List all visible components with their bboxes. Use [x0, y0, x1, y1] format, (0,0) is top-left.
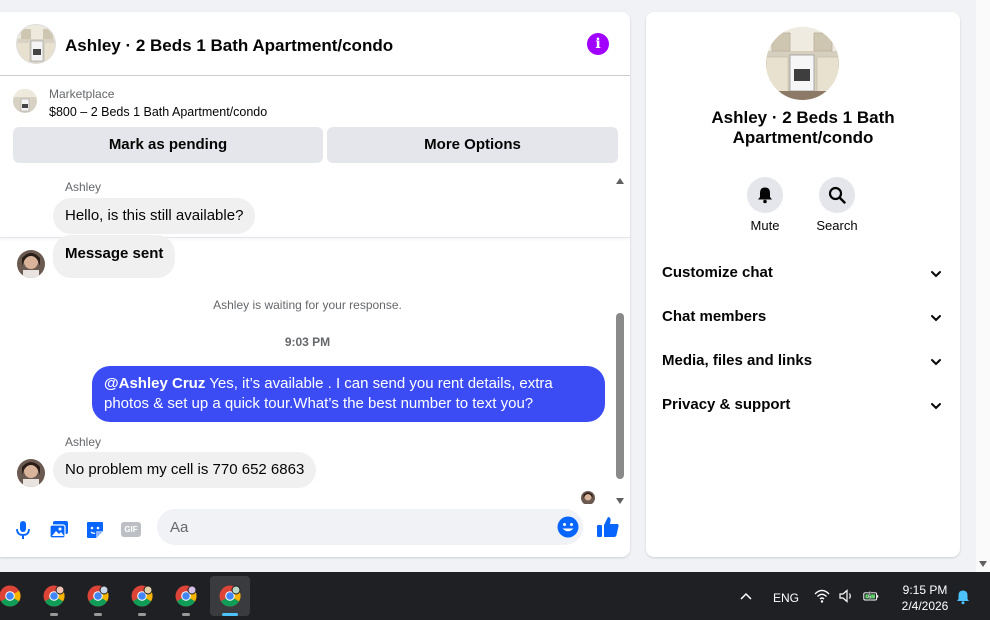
thumbs-up-icon[interactable]	[596, 515, 620, 539]
waiting-note: Ashley is waiting for your response.	[213, 298, 402, 312]
section-privacy-support[interactable]: Privacy & support	[646, 384, 960, 428]
search-label: Search	[816, 218, 858, 233]
sender-name: Ashley	[65, 435, 102, 449]
chrome-icon	[0, 585, 21, 607]
taskbar-chrome-app[interactable]	[166, 576, 206, 616]
chevron-down-icon	[930, 355, 942, 367]
volume-icon[interactable]	[838, 588, 854, 604]
taskbar-chrome-app-active[interactable]	[210, 576, 250, 616]
chrome-icon	[175, 585, 197, 607]
mute-button[interactable]	[747, 177, 783, 213]
outgoing-message-bubble[interactable]: @Ashley Cruz Yes, it’s available . I can…	[92, 366, 605, 422]
chevron-up-icon[interactable]	[740, 592, 752, 600]
chrome-icon	[219, 585, 241, 607]
search-button[interactable]	[819, 177, 855, 213]
taskbar-chrome-app[interactable]	[34, 576, 74, 616]
taskbar-chrome-app[interactable]	[78, 576, 118, 616]
page-scroll-down-arrow[interactable]	[979, 561, 987, 567]
listing-photo[interactable]	[766, 27, 839, 100]
taskbar-chrome-app[interactable]	[122, 576, 162, 616]
taskbar-indicator	[94, 613, 102, 616]
mention[interactable]: @Ashley Cruz	[104, 375, 205, 392]
section-label: Media, files and links	[662, 352, 813, 369]
wifi-icon[interactable]	[814, 588, 830, 604]
section-label: Privacy & support	[662, 396, 791, 413]
taskbar-indicator	[182, 613, 190, 616]
taskbar-indicator	[222, 613, 238, 616]
clock-time: 9:15 PM	[902, 583, 948, 597]
seen-avatar	[581, 491, 595, 504]
chrome-icon	[87, 585, 109, 607]
chevron-down-icon	[930, 267, 942, 279]
battery-icon[interactable]	[863, 588, 879, 604]
chat-title[interactable]: Ashley · 2 Beds 1 Bath Apartment/condo	[65, 36, 393, 56]
section-customize-chat[interactable]: Customize chat	[646, 252, 960, 296]
scrollbar-thumb[interactable]	[616, 313, 624, 479]
taskbar-chrome-app[interactable]	[0, 576, 30, 616]
message-list: Ashley Hello, is this still available? M…	[0, 174, 630, 504]
message-scrollbar[interactable]	[614, 178, 626, 505]
avatar[interactable]	[17, 250, 45, 278]
section-label: Customize chat	[662, 264, 773, 281]
composer: GIF	[0, 505, 630, 557]
sender-name: Ashley	[65, 180, 102, 194]
scroll-down-arrow[interactable]	[616, 498, 624, 504]
taskbar: ENG 9:15 PM 2/4/2026	[0, 572, 990, 620]
taskbar-indicator	[138, 613, 146, 616]
listing-card: Marketplace $800 – 2 Beds 1 Bath Apartme…	[0, 77, 630, 238]
message-bubble[interactable]: Hello, is this still available?	[53, 198, 256, 234]
chevron-down-icon	[930, 399, 942, 411]
sticker-icon[interactable]	[84, 519, 106, 541]
info-panel-title: Ashley · 2 Beds 1 Bath Apartment/condo	[711, 108, 895, 147]
section-chat-members[interactable]: Chat members	[646, 296, 960, 340]
chrome-icon	[131, 585, 153, 607]
language-indicator[interactable]: ENG	[773, 591, 799, 605]
gif-icon[interactable]: GIF	[121, 522, 141, 537]
emoji-icon[interactable]	[557, 516, 579, 538]
clock-date: 2/4/2026	[901, 599, 949, 613]
taskbar-indicator	[50, 613, 58, 616]
mute-label: Mute	[750, 218, 780, 233]
scroll-up-arrow[interactable]	[616, 178, 624, 184]
chat-info-panel: Ashley · 2 Beds 1 Bath Apartment/condo M…	[646, 12, 960, 557]
message-timestamp: 9:03 PM	[284, 335, 331, 349]
chat-header: Ashley · 2 Beds 1 Bath Apartment/condo i	[0, 12, 630, 76]
photo-icon[interactable]	[48, 519, 70, 541]
chat-panel: Ashley · 2 Beds 1 Bath Apartment/condo i…	[0, 12, 630, 557]
section-media-files-links[interactable]: Media, files and links	[646, 340, 960, 384]
clock[interactable]: 9:15 PM 2/4/2026	[895, 582, 955, 614]
notification-bell-icon[interactable]	[955, 589, 971, 605]
microphone-icon[interactable]	[12, 519, 34, 541]
listing-thumbnail[interactable]	[16, 24, 56, 64]
info-icon[interactable]: i	[587, 33, 609, 55]
listing-source: Marketplace	[49, 87, 115, 101]
mark-pending-button[interactable]: Mark as pending	[13, 127, 323, 163]
chevron-down-icon	[930, 311, 942, 323]
chrome-icon	[43, 585, 65, 607]
avatar[interactable]	[17, 459, 45, 487]
section-label: Chat members	[662, 308, 767, 325]
message-input[interactable]	[157, 509, 583, 545]
message-bubble[interactable]: Message sent	[53, 235, 176, 278]
listing-small-thumbnail[interactable]	[13, 89, 37, 113]
page-scrollbar[interactable]	[976, 0, 990, 572]
more-options-button[interactable]: More Options	[327, 127, 618, 163]
listing-price-title[interactable]: $800 – 2 Beds 1 Bath Apartment/condo	[49, 105, 267, 119]
message-bubble[interactable]: No problem my cell is 770 652 6863	[53, 452, 317, 488]
